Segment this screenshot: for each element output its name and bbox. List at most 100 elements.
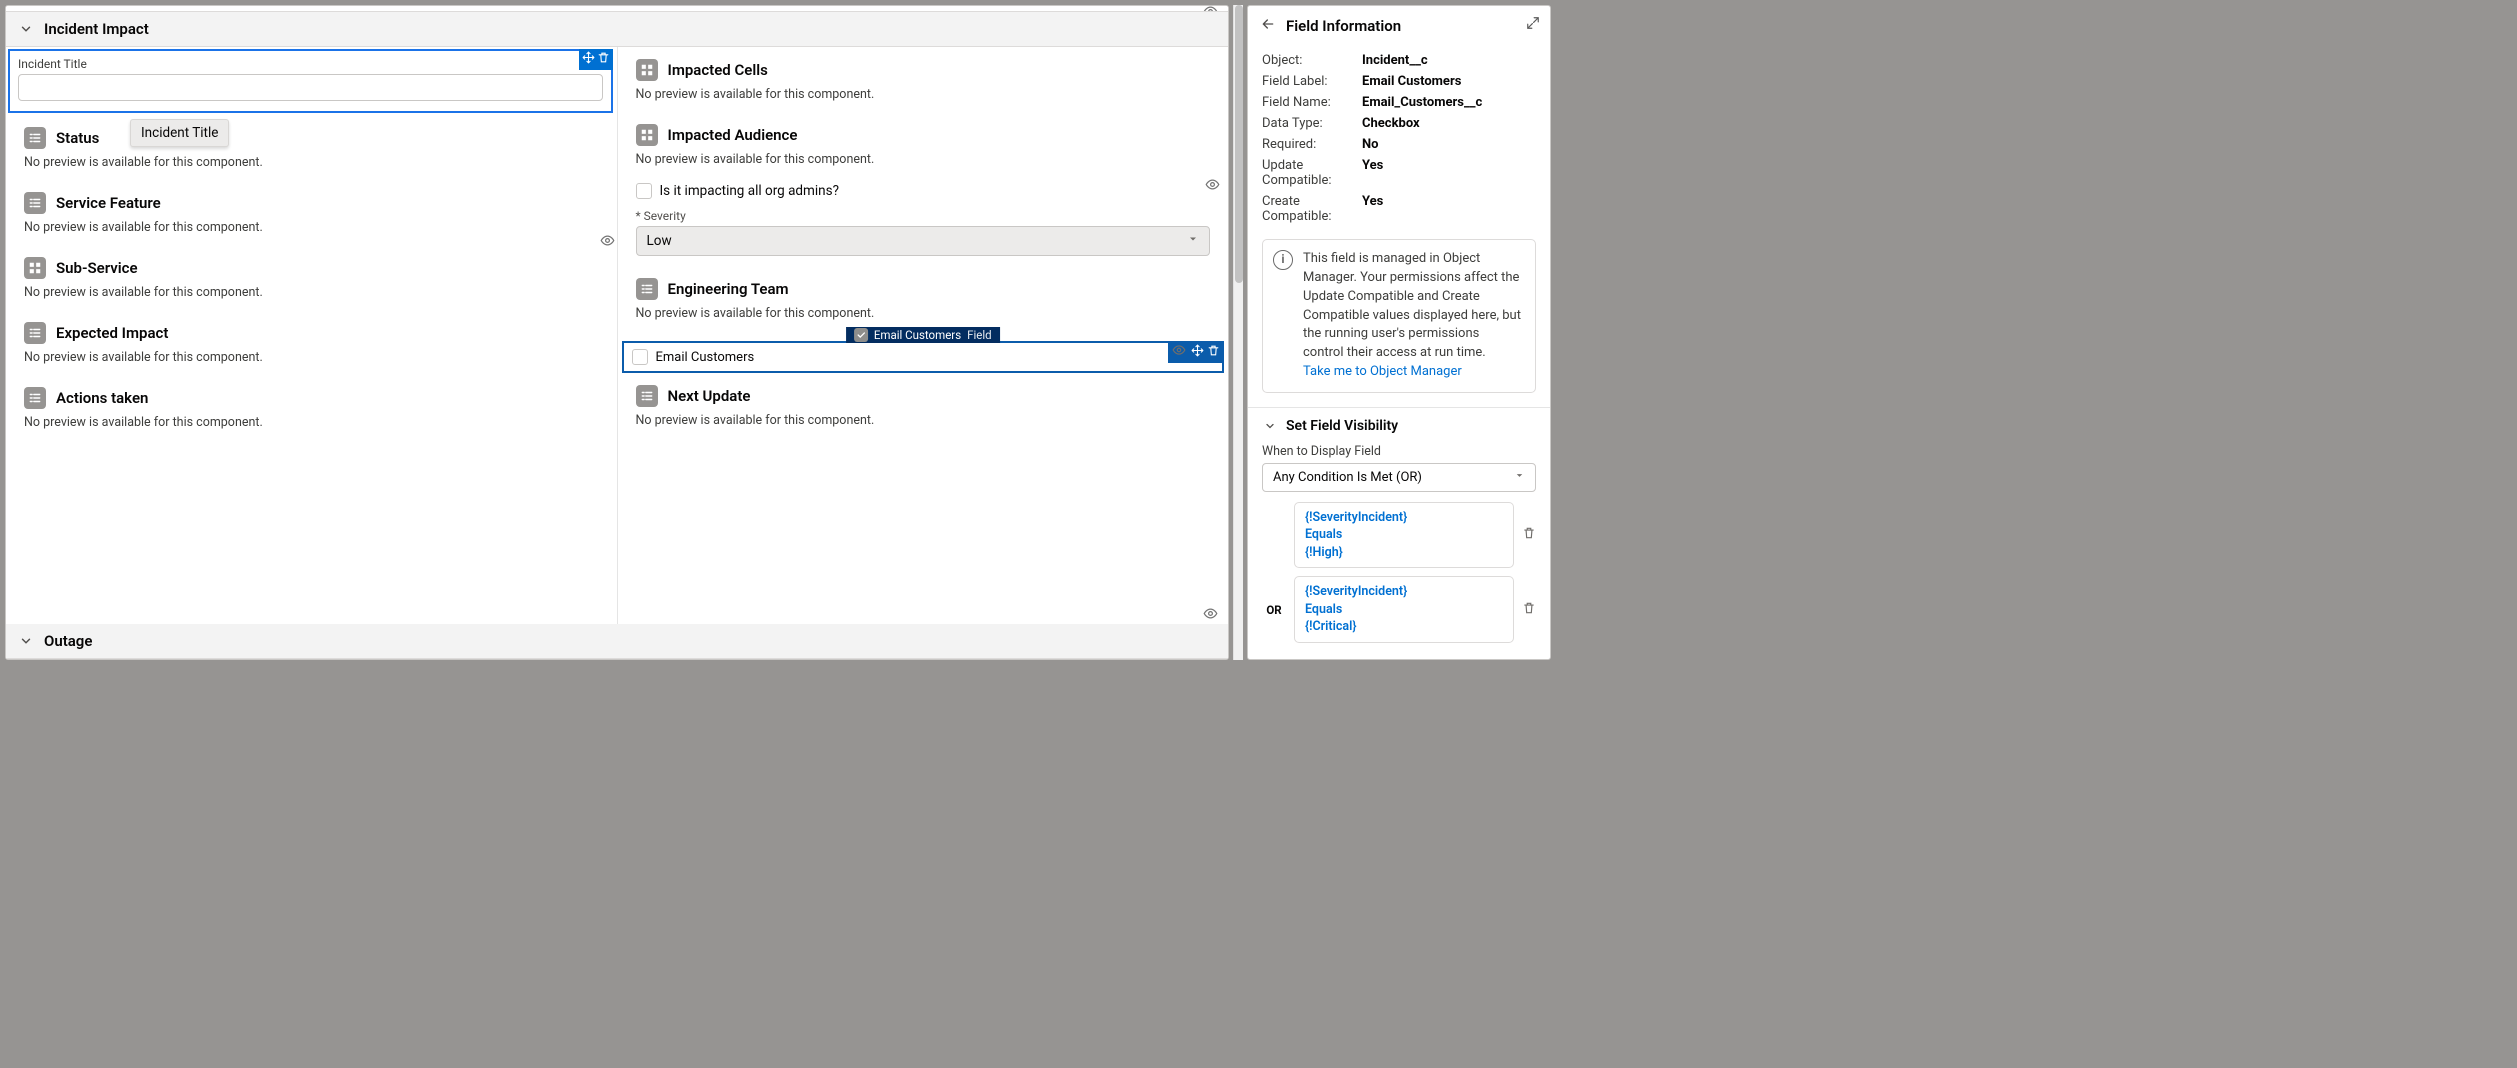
when-display-label: When to Display Field (1248, 440, 1550, 463)
status-sub: No preview is available for this compone… (24, 155, 599, 170)
list-icon (24, 322, 46, 344)
when-display-select[interactable]: Any Condition Is Met (OR) (1262, 463, 1536, 492)
sub-service-block[interactable]: Sub-Service No preview is available for … (6, 245, 617, 310)
columns: Incident Title Incident Title Status No … (6, 47, 1228, 624)
when-display-value: Any Condition Is Met (OR) (1273, 470, 1422, 485)
list-icon (24, 387, 46, 409)
incident-title-label: Incident Title (18, 57, 603, 71)
move-icon[interactable] (582, 51, 595, 68)
condition-card[interactable]: {!SeverityIncident} Equals {!High} (1294, 502, 1514, 569)
ec-tag-type: Field (967, 328, 992, 342)
email-customers-checkbox[interactable] (632, 349, 648, 365)
app-root: Incident Impact Incident Title Incident … (0, 0, 1556, 665)
service-feature-sub: No preview is available for this compone… (24, 220, 599, 235)
impacted-cells-sub: No preview is available for this compone… (636, 87, 1211, 102)
severity-select[interactable]: Low (636, 226, 1211, 256)
kv-row: Field Name:Email_Customers__c (1262, 92, 1536, 113)
impacting-admins-checkbox[interactable] (636, 183, 652, 199)
engineering-team-block[interactable]: Engineering Team No preview is available… (618, 266, 1229, 331)
grid-icon (24, 257, 46, 279)
object-manager-link[interactable]: Take me to Object Manager (1303, 364, 1462, 379)
chevron-down-icon (1262, 418, 1278, 434)
kv-row: Object:Incident__c (1262, 50, 1536, 71)
ec-actions (1168, 341, 1224, 363)
actions-taken-label: Actions taken (56, 389, 148, 407)
eng-team-sub: No preview is available for this compone… (636, 306, 1211, 321)
kv-row: Update Compatible:Yes (1262, 155, 1536, 191)
expand-icon[interactable] (1526, 16, 1540, 34)
impacted-audience-label: Impacted Audience (668, 126, 798, 144)
outage-title: Outage (44, 632, 92, 650)
back-arrow-icon[interactable] (1260, 16, 1276, 36)
section-outage[interactable]: Outage (6, 624, 1228, 659)
section-incident-impact[interactable]: Incident Impact (6, 11, 1228, 47)
next-update-label: Next Update (668, 387, 751, 405)
status-block[interactable]: Status No preview is available for this … (6, 115, 617, 180)
chevron-down-icon (1187, 233, 1199, 249)
next-update-sub: No preview is available for this compone… (636, 413, 1211, 428)
impacted-cells-block[interactable]: Impacted Cells No preview is available f… (618, 47, 1229, 112)
delete-condition-icon[interactable] (1522, 526, 1536, 544)
impacting-admins-row[interactable]: Is it impacting all org admins? (618, 177, 1229, 205)
visibility-section-header[interactable]: Set Field Visibility (1248, 407, 1550, 440)
status-label: Status (56, 129, 99, 147)
info-text: This field is managed in Object Manager.… (1303, 251, 1521, 360)
ec-tag-label: Email Customers (874, 328, 961, 342)
sub-service-label: Sub-Service (56, 259, 138, 277)
incident-title-tooltip: Incident Title (130, 119, 229, 147)
list-icon (636, 278, 658, 300)
incident-title-input[interactable] (18, 74, 603, 101)
check-icon (854, 328, 868, 342)
expected-impact-block[interactable]: Expected Impact No preview is available … (6, 310, 617, 375)
sub-service-sub: No preview is available for this compone… (24, 285, 599, 300)
delete-icon[interactable] (1207, 344, 1220, 361)
service-feature-block[interactable]: Service Feature No preview is available … (6, 180, 617, 245)
canvas-scrollbar[interactable] (1233, 5, 1243, 660)
selected-actions (579, 49, 613, 70)
delete-condition-icon[interactable] (1522, 601, 1536, 619)
grid-icon (636, 124, 658, 146)
impacted-audience-sub: No preview is available for this compone… (636, 152, 1211, 167)
email-customers-field-selected[interactable]: Email Customers Field Email Customers (622, 341, 1225, 373)
right-column: Impacted Cells No preview is available f… (618, 47, 1229, 624)
left-column: Incident Title Incident Title Status No … (6, 47, 618, 624)
visibility-eye-icon[interactable] (600, 233, 615, 252)
visibility-eye-icon[interactable] (1203, 606, 1218, 625)
condition-list: {!SeverityIncident} Equals {!High} OR {!… (1248, 502, 1550, 647)
expected-impact-sub: No preview is available for this compone… (24, 350, 599, 365)
expected-impact-label: Expected Impact (56, 324, 168, 342)
section-title: Incident Impact (44, 20, 149, 38)
field-info-panel: Field Information Object:Incident__c Fie… (1247, 5, 1551, 660)
severity-required-label: * Severity (636, 209, 1211, 223)
scrollbar-thumb[interactable] (1235, 5, 1243, 283)
impacted-audience-block[interactable]: Impacted Audience No preview is availabl… (618, 112, 1229, 177)
move-icon[interactable] (1191, 344, 1204, 361)
list-icon (24, 192, 46, 214)
chevron-down-icon (1514, 470, 1525, 485)
sidebar-header: Field Information (1248, 6, 1550, 46)
actions-taken-block[interactable]: Actions taken No preview is available fo… (6, 375, 617, 440)
chevron-down-icon (18, 21, 34, 37)
kv-row: Data Type:Checkbox (1262, 113, 1536, 134)
severity-wrap: * Severity Low (618, 205, 1229, 266)
kv-row: Required:No (1262, 134, 1536, 155)
delete-icon[interactable] (597, 51, 610, 68)
visibility-eye-icon[interactable] (1205, 177, 1220, 196)
kv-row: Create Compatible:Yes (1262, 191, 1536, 227)
actions-taken-sub: No preview is available for this compone… (24, 415, 599, 430)
grid-icon (636, 59, 658, 81)
list-icon (636, 385, 658, 407)
impacted-cells-label: Impacted Cells (668, 61, 768, 79)
next-update-block[interactable]: Next Update No preview is available for … (618, 373, 1229, 438)
field-kv-list: Object:Incident__c Field Label:Email Cus… (1248, 46, 1550, 231)
email-customers-tag: Email Customers Field (846, 327, 1000, 343)
kv-row: Field Label:Email Customers (1262, 71, 1536, 92)
visibility-eye-icon[interactable] (1172, 343, 1186, 361)
condition-card[interactable]: {!SeverityIncident} Equals {!Critical} (1294, 576, 1514, 643)
chevron-down-icon (18, 633, 34, 649)
info-icon: i (1273, 250, 1293, 270)
incident-title-field-selected[interactable]: Incident Title (8, 49, 613, 113)
info-callout: i This field is managed in Object Manage… (1262, 239, 1536, 393)
or-operator-label: OR (1262, 603, 1286, 617)
condition-row: {!SeverityIncident} Equals {!High} (1262, 502, 1536, 569)
